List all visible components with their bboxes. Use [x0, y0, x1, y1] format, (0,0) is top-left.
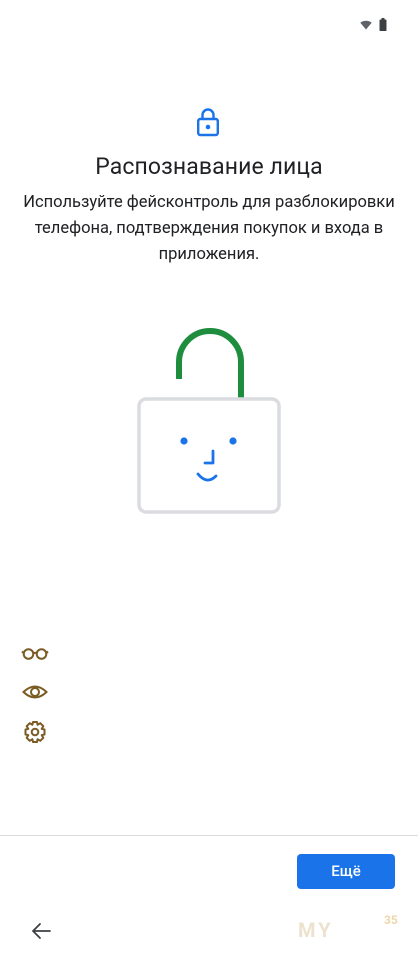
- unlocked-padlock-face-icon: [137, 328, 281, 514]
- footer-divider: [0, 835, 418, 836]
- lock-icon: [196, 108, 220, 137]
- wifi-icon: [360, 20, 372, 30]
- glasses-icon: [21, 648, 49, 660]
- arrow-back-icon[interactable]: [24, 916, 58, 946]
- face-left-eye: [180, 437, 188, 445]
- face-right-eye: [229, 437, 237, 445]
- padlock-shackle: [176, 328, 244, 398]
- page-description: Используйте фейсконтроль для разблокиров…: [23, 193, 395, 264]
- watermark-badge: 35: [384, 913, 398, 927]
- page-title: Распознавание лица: [95, 153, 323, 180]
- battery-icon: [379, 18, 387, 31]
- gear-icon: [24, 721, 46, 743]
- watermark: MY: [298, 918, 334, 942]
- eye-icon: [22, 685, 48, 699]
- status-bar: [0, 0, 418, 50]
- padlock-body: [137, 397, 281, 514]
- more-button[interactable]: Ещё: [297, 854, 395, 889]
